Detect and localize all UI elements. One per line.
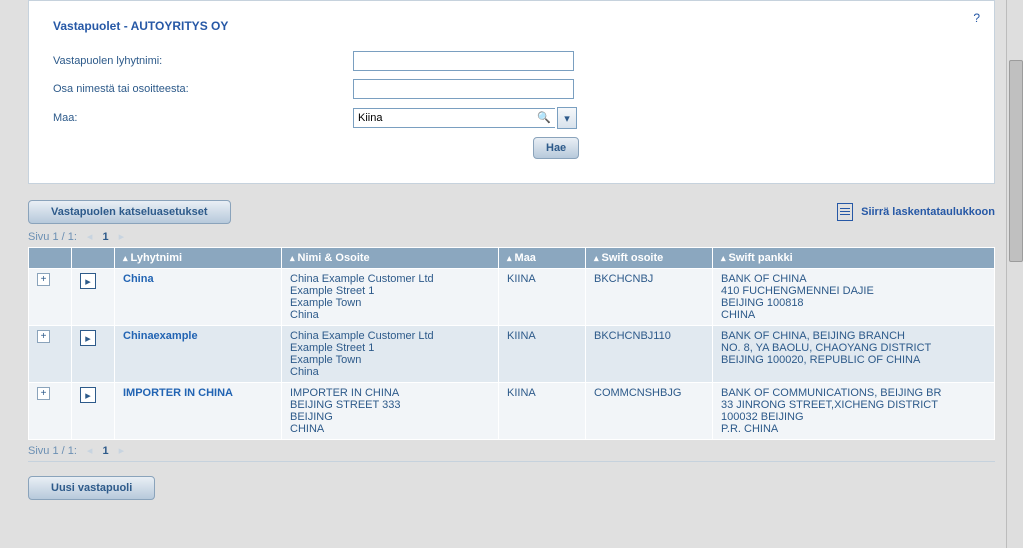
sort-asc-icon: ▴ bbox=[123, 253, 128, 263]
export-link[interactable]: Siirrä laskentataulukkoon bbox=[837, 203, 995, 221]
form-row-country: Maa: Kiina 🔍 ▾ bbox=[53, 107, 970, 129]
cell-short: China bbox=[115, 269, 282, 326]
sort-asc-icon: ▴ bbox=[594, 253, 599, 263]
toolbar-row: Vastapuolen katseluasetukset Siirrä lask… bbox=[28, 200, 995, 224]
col-action bbox=[72, 248, 115, 269]
pager-top: Sivu 1 / 1: ◂ 1 ▸ bbox=[28, 230, 995, 243]
sort-asc-icon: ▴ bbox=[290, 253, 295, 263]
short-name-label: Vastapuolen lyhytnimi: bbox=[53, 55, 353, 67]
country-value: Kiina bbox=[358, 109, 382, 127]
search-card: ? Vastapuolet - AUTOYRITYS OY Vastapuole… bbox=[28, 0, 995, 184]
cell-short: IMPORTER IN CHINA bbox=[115, 383, 282, 440]
col-country[interactable]: ▴Maa bbox=[499, 248, 586, 269]
country-dropdown-button[interactable]: ▾ bbox=[557, 107, 577, 129]
cell-swift-addr: BKCHCNBJ110 bbox=[586, 326, 713, 383]
cell-short: Chinaexample bbox=[115, 326, 282, 383]
scrollbar-thumb[interactable] bbox=[1009, 60, 1023, 262]
cell-swift-bank: BANK OF CHINA410 FUCHENGMENNEI DAJIEBEIJ… bbox=[713, 269, 995, 326]
pager-bottom: Sivu 1 / 1: ◂ 1 ▸ bbox=[28, 444, 995, 457]
new-counterparty-button[interactable]: Uusi vastapuoli bbox=[28, 476, 155, 500]
short-name-link[interactable]: Chinaexample bbox=[123, 330, 198, 342]
cell-action: ▸ bbox=[72, 269, 115, 326]
cell-action: ▸ bbox=[72, 383, 115, 440]
cell-expand: + bbox=[29, 326, 72, 383]
cell-name: IMPORTER IN CHINABEIJING STREET 333BEIJI… bbox=[282, 383, 499, 440]
name-addr-input[interactable] bbox=[353, 79, 574, 99]
table-row: + ▸ Chinaexample China Example Customer Ltd… bbox=[29, 326, 995, 383]
expand-icon[interactable]: + bbox=[37, 330, 50, 343]
help-icon[interactable]: ? bbox=[973, 11, 980, 25]
pager-prev-icon[interactable]: ◂ bbox=[87, 444, 93, 457]
pager-next-icon[interactable]: ▸ bbox=[119, 230, 125, 243]
page-title: Vastapuolet - AUTOYRITYS OY bbox=[53, 19, 970, 33]
cell-swift-addr: BKCHCNBJ bbox=[586, 269, 713, 326]
run-icon[interactable]: ▸ bbox=[80, 273, 96, 289]
expand-icon[interactable]: + bbox=[37, 387, 50, 400]
cell-name: China Example Customer LtdExample Street… bbox=[282, 326, 499, 383]
cell-country: KIINA bbox=[499, 269, 586, 326]
divider bbox=[28, 461, 995, 462]
country-label: Maa: bbox=[53, 112, 353, 124]
form-row-name-addr: Osa nimestä tai osoitteesta: bbox=[53, 79, 970, 99]
cell-swift-addr: COMMCNSHBJG bbox=[586, 383, 713, 440]
name-addr-label: Osa nimestä tai osoitteesta: bbox=[53, 83, 353, 95]
cell-swift-bank: BANK OF CHINA, BEIJING BRANCHNO. 8, YA B… bbox=[713, 326, 995, 383]
vertical-scrollbar[interactable] bbox=[1006, 0, 1023, 548]
run-icon[interactable]: ▸ bbox=[80, 330, 96, 346]
chevron-down-icon: ▾ bbox=[564, 112, 570, 125]
pager-text: Sivu 1 / 1: bbox=[28, 445, 77, 457]
cell-name: China Example Customer LtdExample Street… bbox=[282, 269, 499, 326]
cell-country: KIINA bbox=[499, 383, 586, 440]
cell-action: ▸ bbox=[72, 326, 115, 383]
table-row: + ▸ IMPORTER IN CHINA IMPORTER IN CHINABEIJ… bbox=[29, 383, 995, 440]
run-icon[interactable]: ▸ bbox=[80, 387, 96, 403]
col-expand bbox=[29, 248, 72, 269]
table-row: + ▸ China China Example Customer LtdExample… bbox=[29, 269, 995, 326]
short-name-link[interactable]: IMPORTER IN CHINA bbox=[123, 387, 233, 399]
sort-asc-icon: ▴ bbox=[507, 253, 512, 263]
form-row-short-name: Vastapuolen lyhytnimi: bbox=[53, 51, 970, 71]
col-swift-bank[interactable]: ▴Swift pankki bbox=[713, 248, 995, 269]
country-combobox[interactable]: Kiina 🔍 ▾ bbox=[353, 107, 577, 129]
pager-next-icon[interactable]: ▸ bbox=[119, 444, 125, 457]
short-name-link[interactable]: China bbox=[123, 273, 154, 285]
cell-expand: + bbox=[29, 383, 72, 440]
spreadsheet-icon bbox=[837, 203, 853, 221]
sort-asc-icon: ▴ bbox=[721, 253, 726, 263]
pager-page[interactable]: 1 bbox=[102, 231, 108, 243]
pager-page[interactable]: 1 bbox=[102, 445, 108, 457]
col-short[interactable]: ▴Lyhytnimi bbox=[115, 248, 282, 269]
export-label: Siirrä laskentataulukkoon bbox=[861, 206, 995, 218]
cell-expand: + bbox=[29, 269, 72, 326]
cell-country: KIINA bbox=[499, 326, 586, 383]
col-swift-addr[interactable]: ▴Swift osoite bbox=[586, 248, 713, 269]
short-name-input[interactable] bbox=[353, 51, 574, 71]
search-button[interactable]: Hae bbox=[533, 137, 579, 159]
expand-icon[interactable]: + bbox=[37, 273, 50, 286]
cell-swift-bank: BANK OF COMMUNICATIONS, BEIJING BR33 JIN… bbox=[713, 383, 995, 440]
view-settings-button[interactable]: Vastapuolen katseluasetukset bbox=[28, 200, 231, 224]
pager-text: Sivu 1 / 1: bbox=[28, 231, 77, 243]
results-table: ▴Lyhytnimi ▴Nimi & Osoite ▴Maa ▴Swift os… bbox=[28, 247, 995, 440]
search-icon[interactable]: 🔍 bbox=[537, 109, 551, 127]
pager-prev-icon[interactable]: ◂ bbox=[87, 230, 93, 243]
col-name[interactable]: ▴Nimi & Osoite bbox=[282, 248, 499, 269]
